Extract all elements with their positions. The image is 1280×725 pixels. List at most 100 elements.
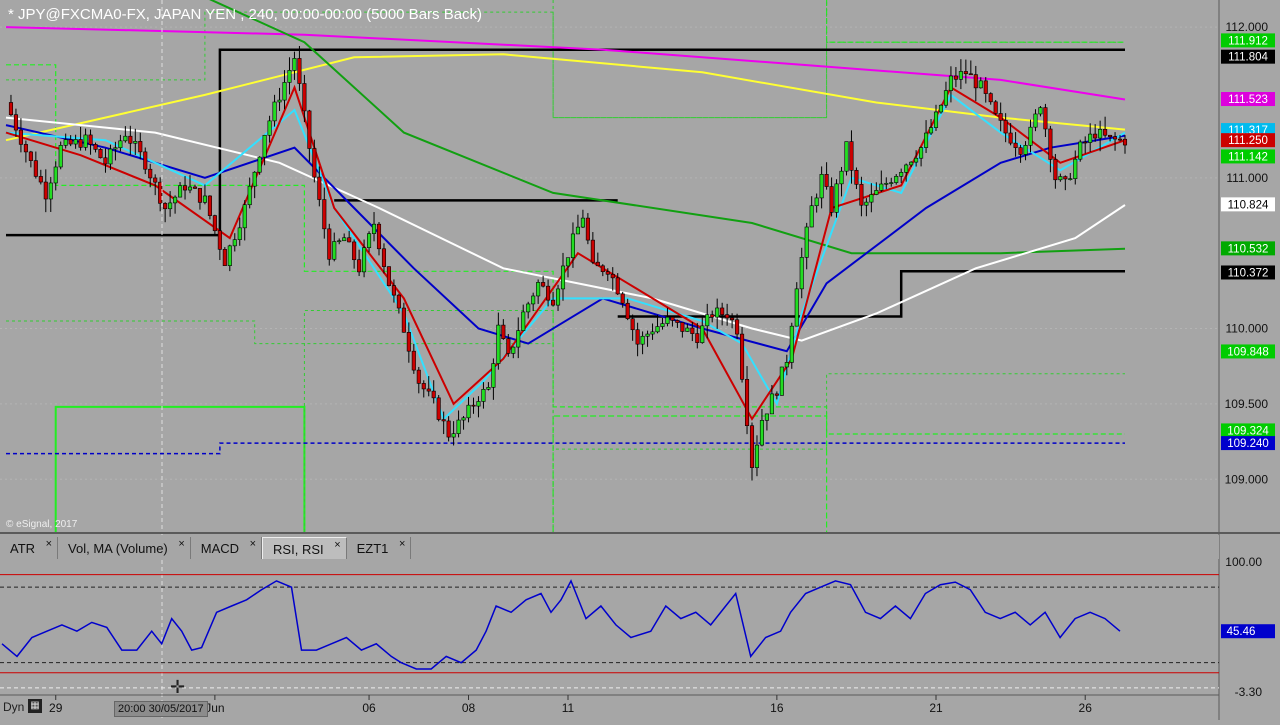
candle-body: [168, 202, 173, 210]
close-icon[interactable]: ×: [250, 538, 256, 550]
candle-body: [317, 176, 322, 200]
candle-body: [158, 181, 163, 204]
candle-body: [784, 362, 789, 368]
candle-body: [352, 241, 357, 261]
candle-body: [128, 135, 133, 144]
price-level-label: 111.912: [1228, 35, 1268, 47]
candle-body: [640, 335, 645, 345]
candle-body: [864, 201, 869, 206]
candle-body: [312, 148, 317, 178]
candle-body: [93, 144, 98, 150]
candle-body: [884, 182, 889, 185]
candle-body: [590, 239, 595, 263]
candle-body: [272, 101, 277, 122]
tab-ezt1[interactable]: EZT1 ×: [347, 537, 412, 559]
dyn-label[interactable]: Dyn: [3, 700, 24, 714]
candle-body: [227, 245, 232, 266]
tab-atr[interactable]: ATR ×: [0, 537, 59, 559]
time-tick-label: Jun: [205, 701, 224, 715]
candle-body: [347, 237, 352, 243]
price-tick-label: 109.000: [1225, 472, 1269, 486]
price-level-label: 111.804: [1228, 52, 1268, 64]
candle-body: [491, 363, 496, 388]
candle-body: [585, 217, 590, 241]
close-icon[interactable]: ×: [399, 538, 405, 550]
candle-body: [108, 148, 113, 165]
chart-background: [0, 0, 1280, 720]
tab-volume-ma[interactable]: Vol, MA (Volume) ×: [58, 537, 191, 559]
candle-body: [600, 265, 605, 273]
candle-body: [1058, 176, 1063, 181]
candle-body: [839, 170, 844, 185]
candle-body: [536, 282, 541, 297]
candle-body: [451, 433, 456, 438]
tab-label: EZT1: [356, 541, 389, 556]
candle-body: [551, 299, 556, 306]
candle-body: [869, 194, 874, 203]
candle-body: [645, 333, 650, 337]
tab-label: ATR: [10, 541, 36, 556]
time-tick-label: 29: [49, 701, 63, 715]
price-tick-label: 110.000: [1226, 322, 1269, 336]
candle-body: [138, 141, 143, 153]
candle-body: [665, 316, 670, 324]
candle-body: [695, 333, 700, 343]
tab-rsi[interactable]: RSI, RSI ×: [262, 537, 347, 559]
candle-body: [849, 141, 854, 171]
candle-body: [401, 307, 406, 333]
rsi-tick-label: -3.30: [1235, 685, 1263, 699]
chart-area[interactable]: 112.000 111.000 110.000 109.500 109.000 111.9…: [0, 0, 1280, 720]
candle-body: [541, 282, 546, 287]
time-tick-label: 26: [1079, 701, 1093, 715]
candle-body: [958, 71, 963, 80]
candle-body: [217, 230, 222, 250]
close-icon[interactable]: ×: [334, 539, 340, 551]
candle-body: [919, 147, 924, 159]
candle-body: [993, 101, 998, 114]
candle-body: [287, 70, 292, 83]
dyn-icon[interactable]: ▦: [28, 699, 42, 713]
copyright-text: © eSignal, 2017: [6, 519, 78, 530]
candle-body: [446, 420, 451, 438]
candle-body: [531, 295, 536, 305]
candle-body: [749, 425, 755, 468]
candle-body: [834, 183, 839, 213]
candle-body: [257, 156, 262, 173]
candle-body: [232, 239, 237, 247]
candle-body: [322, 199, 327, 230]
crosshair-icon: ✛: [170, 677, 186, 697]
close-icon[interactable]: ×: [178, 538, 184, 550]
candle-body: [476, 401, 481, 407]
candle-body: [426, 388, 431, 392]
candle-body: [610, 273, 615, 279]
candle-body: [555, 288, 561, 306]
candle-body: [98, 149, 103, 159]
candle-body: [391, 285, 396, 296]
chart-svg[interactable]: 112.000 111.000 110.000 109.500 109.000 111.9…: [0, 0, 1280, 720]
candle-body: [630, 318, 635, 331]
candle-body: [998, 113, 1003, 121]
candle-body: [521, 311, 526, 331]
candle-body: [924, 132, 929, 148]
candle-body: [690, 327, 695, 334]
candle-body: [337, 240, 342, 243]
candle-body: [212, 215, 217, 232]
tab-macd[interactable]: MACD ×: [191, 537, 263, 559]
candle-body: [371, 223, 377, 234]
candle-body: [819, 174, 824, 199]
candle-body: [605, 271, 610, 275]
price-level-label: 109.848: [1227, 346, 1269, 358]
candle-body: [53, 166, 58, 184]
candle-body: [685, 327, 690, 332]
candle-body: [342, 237, 347, 242]
candle-body: [237, 227, 242, 240]
price-level-label: 110.372: [1228, 267, 1269, 279]
candle-body: [357, 259, 362, 273]
rsi-tick-label: 100.00: [1225, 555, 1262, 569]
candle-body: [759, 420, 764, 446]
close-icon[interactable]: ×: [46, 538, 52, 550]
candle-body: [1122, 138, 1128, 146]
candle-body: [799, 257, 804, 290]
candle-body: [416, 369, 421, 384]
price-tick-label: 112.000: [1226, 20, 1269, 34]
